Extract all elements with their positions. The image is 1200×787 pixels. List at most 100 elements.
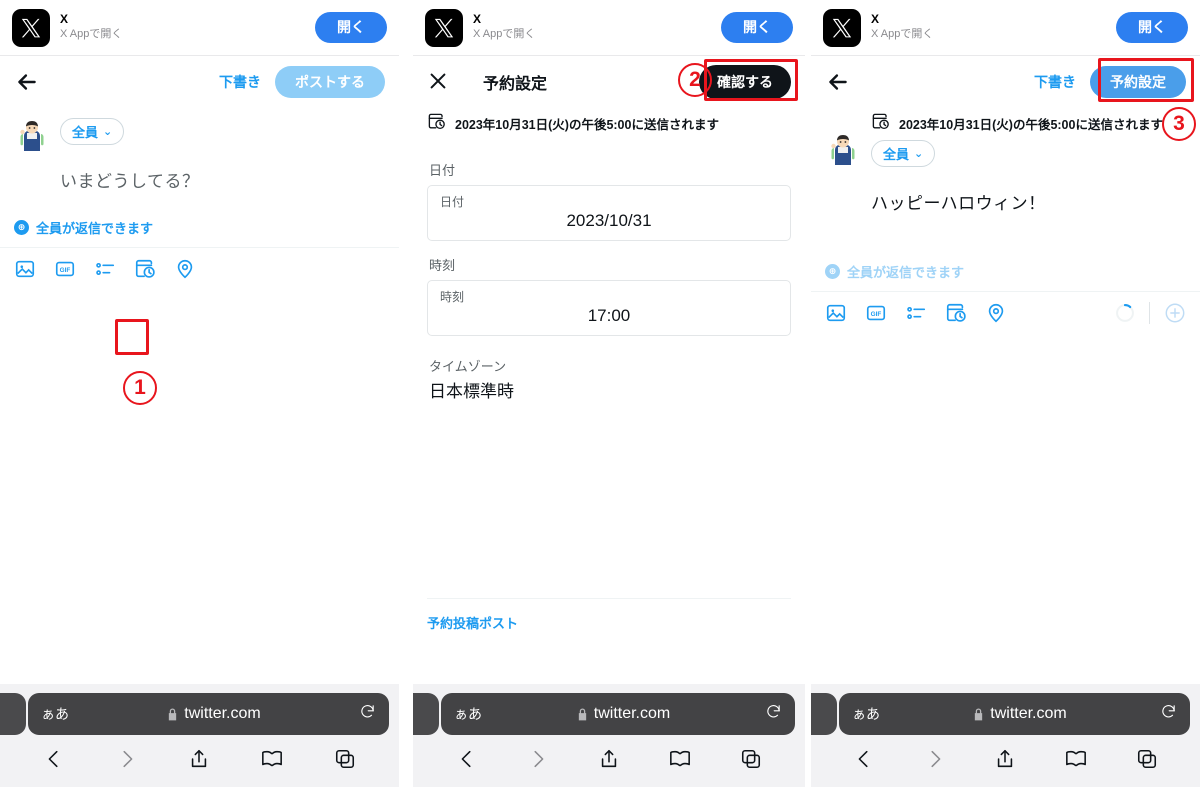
reload-icon[interactable] <box>359 703 376 725</box>
panel-compose-scheduled: X X Appで開く 開く 下書き 予約設定 2023年10月31日(火)の午後… <box>811 0 1200 787</box>
add-post-icon[interactable] <box>1164 302 1186 324</box>
reply-scope-label: 全員が返信できます <box>847 265 965 280</box>
date-inner-label: 日付 <box>440 195 465 209</box>
draft-link-1[interactable]: 下書き <box>219 72 261 92</box>
location-icon[interactable] <box>174 258 196 280</box>
page-title: 予約設定 <box>483 76 548 93</box>
url-display[interactable]: twitter.com <box>69 705 359 723</box>
gif-icon[interactable]: GIF <box>54 258 76 280</box>
compose-body-3: 2023年10月31日(火)の午後5:00に送信されます 全員 ⌄ ハッピーハロ… <box>811 108 1200 214</box>
address-bar-1[interactable]: ぁあ twitter.com <box>28 693 389 735</box>
banner-text-2: X X Appで開く <box>473 13 721 41</box>
adjacent-tab-peek[interactable] <box>811 693 837 735</box>
screenshot-stage: X X Appで開く 開く 下書き ポストする 全員 ⌄ いまどうしてる？ ⊕ … <box>0 0 1200 787</box>
poll-icon[interactable] <box>94 258 116 280</box>
schedule-notice-text: 2023年10月31日(火)の午後5:00に送信されます <box>899 117 1163 132</box>
url-display[interactable]: twitter.com <box>482 705 765 723</box>
reply-scope-1[interactable]: ⊕ 全員が返信できます <box>0 218 399 237</box>
url-text: twitter.com <box>184 705 261 722</box>
reload-icon[interactable] <box>1160 703 1177 725</box>
reply-scope-3[interactable]: ⊕ 全員が返信できます <box>811 262 1200 281</box>
url-text: twitter.com <box>990 705 1067 722</box>
share-icon[interactable] <box>188 747 210 776</box>
url-text: twitter.com <box>593 705 671 722</box>
schedule-form: 日付 日付 2023/10/31 時刻 時刻 17:00 タイムゾーン 日本標準… <box>413 140 805 599</box>
toolbar-divider <box>1149 302 1150 324</box>
open-app-button[interactable]: 開く <box>1116 12 1188 43</box>
compose-toolbar-3: GIF <box>811 292 1200 334</box>
schedule-notice-3: 2023年10月31日(火)の午後5:00に送信されます <box>871 112 1186 140</box>
poll-icon[interactable] <box>905 302 927 324</box>
share-icon[interactable] <box>994 747 1016 776</box>
banner-app-name: X <box>60 12 69 27</box>
open-app-button[interactable]: 開く <box>721 12 793 43</box>
scheduled-posts-link[interactable]: 予約投稿ポスト <box>413 599 805 646</box>
page-settings-button[interactable]: ぁあ <box>852 704 880 724</box>
url-display[interactable]: twitter.com <box>880 705 1160 723</box>
chevron-right-icon[interactable] <box>527 747 549 776</box>
confirm-button[interactable]: 確認する <box>699 64 791 100</box>
lock-icon <box>973 707 984 721</box>
panel-schedule-settings: X X Appで開く 開く 予約設定 確認する 2023年10月31日(火)の午… <box>413 0 805 787</box>
page-settings-button[interactable]: ぁあ <box>454 704 482 724</box>
banner-app-name: X <box>871 12 880 27</box>
globe-icon: ⊕ <box>825 264 840 279</box>
chevron-left-icon[interactable] <box>456 747 478 776</box>
book-icon[interactable] <box>1065 747 1087 776</box>
back-arrow-icon[interactable] <box>14 69 40 95</box>
tabs-icon[interactable] <box>740 747 762 776</box>
schedule-header: 予約設定 確認する <box>413 56 805 108</box>
post-button[interactable]: ポストする <box>275 65 385 99</box>
chevron-right-icon[interactable] <box>116 747 138 776</box>
audience-selector-1[interactable]: 全員 ⌄ <box>60 118 125 145</box>
tabs-icon[interactable] <box>1136 747 1158 776</box>
x-logo-icon <box>823 8 861 47</box>
media-icon[interactable] <box>14 258 36 280</box>
user-avatar-icon[interactable] <box>825 132 861 168</box>
book-icon[interactable] <box>261 747 283 776</box>
nav-row-1 <box>0 735 399 787</box>
schedule-clock-icon <box>871 112 890 134</box>
adjacent-tab-peek[interactable] <box>413 693 439 735</box>
back-arrow-icon[interactable] <box>825 69 851 95</box>
compose-textarea[interactable]: いまどうしてる？ <box>60 167 385 192</box>
chevron-left-icon[interactable] <box>43 747 65 776</box>
schedule-icon[interactable] <box>134 258 156 280</box>
gif-icon[interactable]: GIF <box>865 302 887 324</box>
close-icon[interactable] <box>427 70 451 94</box>
schedule-settings-button[interactable]: 予約設定 <box>1090 65 1186 99</box>
schedule-notice-text: 2023年10月31日(火)の午後5:00に送信されます <box>455 117 719 132</box>
timezone-value: 日本標準時 <box>429 382 514 401</box>
date-field-label: 日付 <box>429 163 456 178</box>
reload-icon[interactable] <box>765 703 782 725</box>
compose-textarea[interactable]: ハッピーハロウィン！ <box>871 189 1186 214</box>
reply-scope-label: 全員が返信できます <box>36 221 154 236</box>
tabs-icon[interactable] <box>334 747 356 776</box>
user-avatar-icon[interactable] <box>14 118 50 154</box>
chevron-down-icon: ⌄ <box>914 148 924 160</box>
schedule-icon[interactable] <box>945 302 967 324</box>
adjacent-tab-peek[interactable] <box>0 693 26 735</box>
time-inner-label: 時刻 <box>440 290 465 304</box>
banner-subtitle: X Appで開く <box>60 28 123 41</box>
smart-app-banner-2: X X Appで開く 開く <box>413 0 805 56</box>
address-bar-3[interactable]: ぁあ twitter.com <box>839 693 1190 735</box>
media-icon[interactable] <box>825 302 847 324</box>
compose-header-1: 下書き ポストする <box>0 56 399 108</box>
book-icon[interactable] <box>669 747 691 776</box>
draft-link-3[interactable]: 下書き <box>1034 72 1076 92</box>
audience-selector-3[interactable]: 全員 ⌄ <box>871 140 936 167</box>
location-icon[interactable] <box>985 302 1007 324</box>
chevron-left-icon[interactable] <box>853 747 875 776</box>
page-settings-button[interactable]: ぁあ <box>41 704 69 724</box>
date-field[interactable]: 日付 2023/10/31 <box>427 185 791 241</box>
time-field[interactable]: 時刻 17:00 <box>427 280 791 336</box>
url-row-1: ぁあ twitter.com <box>0 693 399 735</box>
open-app-button[interactable]: 開く <box>315 12 387 43</box>
svg-text:GIF: GIF <box>60 267 71 274</box>
safari-bottom-bar-1: ぁあ twitter.com <box>0 684 399 787</box>
audience-label: 全員 <box>883 147 910 162</box>
address-bar-2[interactable]: ぁあ twitter.com <box>441 693 795 735</box>
chevron-right-icon[interactable] <box>924 747 946 776</box>
share-icon[interactable] <box>598 747 620 776</box>
